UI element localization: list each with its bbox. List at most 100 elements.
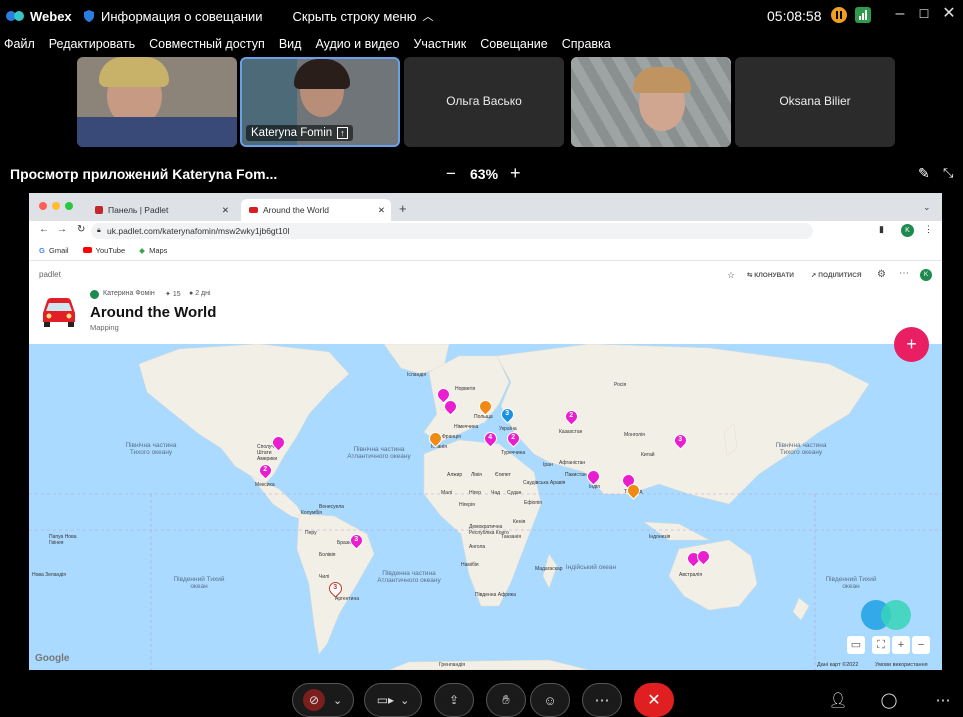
youtube-icon xyxy=(82,247,92,253)
close-tab-icon[interactable]: ✕ xyxy=(378,205,385,216)
map-keyboard-icon[interactable]: ▭ xyxy=(847,636,865,654)
participant-tile-1[interactable] xyxy=(77,57,237,147)
browser-menu-icon[interactable]: ⋮ xyxy=(924,224,933,235)
world-map[interactable]: Північна частина Тихого океану Північна … xyxy=(29,344,942,670)
share-content-button[interactable]: ⇪ xyxy=(434,683,474,717)
map-zoom-in-button[interactable]: + xyxy=(892,636,910,654)
likes-count: ✦ 15 xyxy=(165,291,181,298)
bookmark-maps[interactable]: ◆ Maps xyxy=(139,246,167,255)
country-label: Папуа Нова Гвінея xyxy=(49,534,77,546)
participants-button[interactable]: 👤︎ xyxy=(823,683,853,717)
browser-tab-dashboard[interactable]: Панель | Padlet ✕ xyxy=(87,199,235,221)
country-label: Ісландія xyxy=(407,372,427,378)
collapse-icon[interactable]: ⤡ xyxy=(943,165,953,181)
reactions-button[interactable]: ☺ xyxy=(530,683,570,717)
annotate-icon[interactable]: ✎ xyxy=(918,165,930,182)
chevron-down-icon[interactable]: ⌄ xyxy=(333,694,342,707)
meeting-info-button[interactable]: Информация о совещании xyxy=(83,9,263,24)
close-icon[interactable]: ✕ xyxy=(941,6,957,22)
bookmark-label: YouTube xyxy=(95,246,126,255)
country-label: Китай xyxy=(641,452,655,458)
map-zoom-out-button[interactable]: − xyxy=(912,636,930,654)
extensions-icon[interactable]: ▮ xyxy=(879,224,884,235)
menu-participant[interactable]: Участник xyxy=(413,37,466,51)
end-call-button[interactable]: ✕ xyxy=(634,683,674,717)
bookmark-gmail[interactable]: G Gmail xyxy=(39,246,69,255)
menu-share[interactable]: Совместный доступ xyxy=(149,37,265,51)
share-header: Просмотр приложений Kateryna Fom... − 63… xyxy=(0,160,963,188)
add-post-button[interactable]: + xyxy=(894,327,929,362)
forward-icon[interactable]: → xyxy=(57,224,67,235)
country-label: Монголія xyxy=(624,432,645,438)
browser-tab-around-world[interactable]: Around the World ✕ xyxy=(241,199,391,221)
more-icon: ⋯ xyxy=(935,692,951,709)
shared-screen: Панель | Padlet ✕ Around the World ✕ + ⌄… xyxy=(29,193,942,670)
menu-view[interactable]: Вид xyxy=(279,37,302,51)
more-options-button[interactable]: ⋯ xyxy=(582,683,622,717)
mute-button[interactable]: ⊘ ⌄ xyxy=(292,683,354,717)
country-label: Болівія xyxy=(319,552,336,558)
clone-button[interactable]: ⇆ КЛОНУВАТИ xyxy=(747,271,794,279)
country-label: Саудівська Аравія xyxy=(523,480,566,486)
zoom-out-button[interactable]: − xyxy=(446,164,456,184)
menu-audio-video[interactable]: Аудио и видео xyxy=(315,37,399,51)
participant-tile-olga[interactable]: Ольга Васько xyxy=(404,57,564,147)
menu-file[interactable]: Файл xyxy=(4,37,35,51)
padlet-title: Around the World xyxy=(90,304,217,321)
tab-list-icon[interactable]: ⌄ xyxy=(923,202,931,213)
more-icon[interactable]: ⋯ xyxy=(899,268,909,279)
padlet-favicon-icon xyxy=(95,206,103,214)
hand-icon: ✋︎ xyxy=(502,692,510,707)
map-land xyxy=(29,344,942,670)
menu-meeting[interactable]: Совещание xyxy=(480,37,548,51)
bookmark-youtube[interactable]: YouTube xyxy=(82,246,126,255)
network-signal-icon[interactable] xyxy=(855,7,871,23)
video-button[interactable]: ▭▸ ⌄ xyxy=(364,683,422,717)
profile-avatar[interactable]: K xyxy=(901,224,914,237)
participant-tile-4[interactable] xyxy=(571,57,731,147)
zoom-in-button[interactable]: + xyxy=(510,163,521,184)
new-tab-button[interactable]: + xyxy=(399,201,407,216)
close-tab-icon[interactable]: ✕ xyxy=(222,205,229,216)
panel-more-button[interactable]: ⋯ xyxy=(928,683,958,717)
lock-icon: 🔒︎ xyxy=(97,227,101,234)
map-fullscreen-icon[interactable]: ⛶ xyxy=(872,636,890,654)
bookmark-label: Maps xyxy=(149,246,168,255)
country-label: Алжир xyxy=(447,472,463,478)
chevron-down-icon[interactable]: ⌄ xyxy=(400,694,409,707)
hide-menu-button[interactable]: Скрыть строку меню ︿ xyxy=(293,8,434,24)
country-label: Норвегія xyxy=(455,386,476,392)
chat-button[interactable]: ◯ xyxy=(874,683,904,717)
window-dot-yellow[interactable] xyxy=(52,202,60,210)
menu-help[interactable]: Справка xyxy=(562,37,611,51)
window-dot-red[interactable] xyxy=(39,202,47,210)
participant-tile-kateryna[interactable]: Kateryna Fomin ↑ xyxy=(240,57,400,147)
maximize-icon[interactable]: ☐ xyxy=(916,6,932,22)
participant-name-badge: Kateryna Fomin ↑ xyxy=(246,125,353,141)
country-label: Індонезія xyxy=(649,534,671,540)
participant-tile-oksana[interactable]: Oksana Bilier xyxy=(735,57,895,147)
close-icon: ✕ xyxy=(647,692,661,709)
minimize-icon[interactable]: – xyxy=(892,6,908,22)
back-icon[interactable]: ← xyxy=(39,224,49,235)
meeting-timer: 05:08:58 xyxy=(767,8,822,24)
star-icon[interactable]: ☆ xyxy=(727,270,735,281)
author-name[interactable]: Катерина Фомін xyxy=(103,290,155,297)
share-button[interactable]: ➚ ПОДІЛИТИСЯ xyxy=(811,271,862,279)
user-avatar[interactable]: K xyxy=(920,269,932,281)
pause-recording-icon[interactable] xyxy=(831,7,847,23)
country-label: Ефіопія xyxy=(524,500,542,506)
raise-hand-button[interactable]: ✋︎ xyxy=(486,683,526,717)
map-attribution: Дані карт ©2022 xyxy=(817,662,859,668)
zoom-level: 63% xyxy=(470,166,499,182)
sharing-icon: ↑ xyxy=(337,127,348,139)
window-dot-green[interactable] xyxy=(65,202,73,210)
menu-edit[interactable]: Редактировать xyxy=(49,37,135,51)
reload-icon[interactable]: ↻ xyxy=(77,224,85,235)
map-terms-link[interactable]: Умови використання xyxy=(875,662,928,668)
meeting-info-label: Информация о совещании xyxy=(101,8,263,24)
padlet-brand[interactable]: padlet xyxy=(39,270,61,279)
gear-icon[interactable]: ⚙ xyxy=(877,269,886,280)
address-bar[interactable]: 🔒︎ uk.padlet.com/katerynafomin/msw2wky1j… xyxy=(91,223,813,239)
app-name: Webex xyxy=(30,8,72,24)
